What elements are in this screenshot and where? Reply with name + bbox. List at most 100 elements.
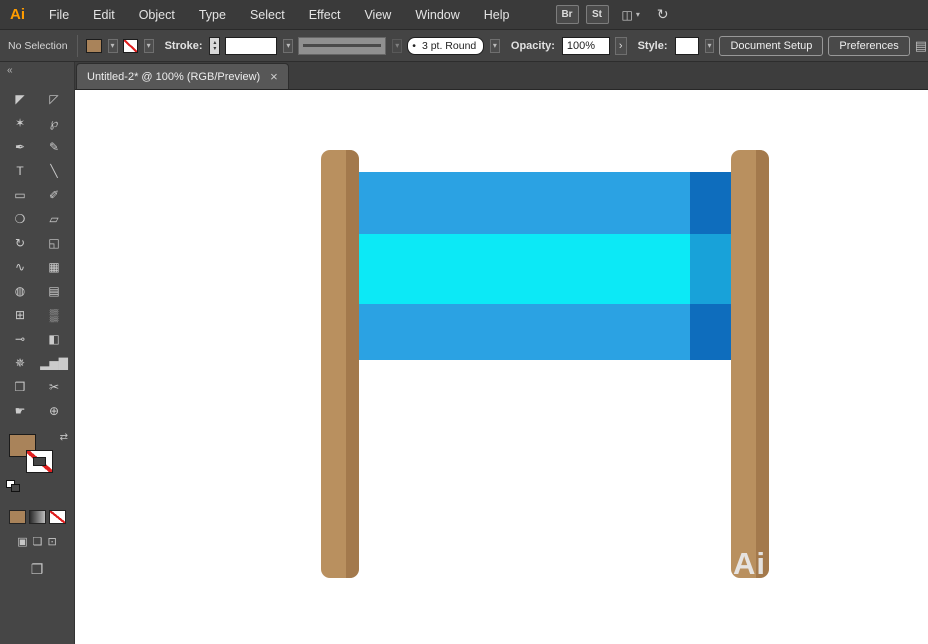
document-tab[interactable]: Untitled-2* @ 100% (RGB/Preview) × <box>76 63 289 89</box>
brush-caret[interactable]: ▾ <box>490 39 500 53</box>
style-caret[interactable]: ▾ <box>705 39 715 53</box>
zoom-tool[interactable]: ⊕ <box>37 399 71 422</box>
collapse-panel-button[interactable]: « <box>0 62 74 79</box>
pencil-tool[interactable]: ✎ <box>37 135 71 158</box>
stroke-weight-field[interactable] <box>225 37 277 55</box>
pen-tool[interactable]: ✒ <box>3 135 37 158</box>
left-pole-shape[interactable] <box>321 150 359 578</box>
menu-window[interactable]: Window <box>403 0 471 29</box>
rotate-tool[interactable]: ↻ <box>3 231 37 254</box>
fill-color-caret[interactable]: ▾ <box>108 39 118 53</box>
menu-select[interactable]: Select <box>238 0 297 29</box>
column-graph-tool[interactable]: ▂▅▇ <box>37 351 71 374</box>
opacity-input[interactable] <box>562 37 610 55</box>
graphic-style-dropdown[interactable] <box>675 37 699 55</box>
color-button[interactable] <box>9 510 26 524</box>
menu-type[interactable]: Type <box>187 0 238 29</box>
none-button[interactable] <box>49 510 66 524</box>
paintbrush-tool[interactable]: ✐ <box>37 183 71 206</box>
scale-tool[interactable]: ◱ <box>37 231 71 254</box>
stroke-weight-caret[interactable]: ▾ <box>283 39 293 53</box>
menu-help[interactable]: Help <box>472 0 522 29</box>
banner-stripe-top[interactable] <box>359 172 731 234</box>
opacity-chevron-button[interactable]: › <box>615 37 627 55</box>
variable-width-profile-dropdown[interactable] <box>298 37 386 55</box>
eraser-tool[interactable]: ▱ <box>37 207 71 230</box>
change-screen-mode-button[interactable]: ❐ <box>31 561 44 578</box>
document-tab-title: Untitled-2* @ 100% (RGB/Preview) <box>87 71 260 83</box>
uniform-profile-preview <box>303 44 381 47</box>
draw-inside-mode[interactable]: ⊡ <box>48 535 57 548</box>
lasso-tool[interactable]: ℘ <box>37 111 71 134</box>
banner-shadow-middle[interactable] <box>690 234 731 304</box>
rectangle-tool[interactable]: ▭ <box>3 183 37 206</box>
swap-fill-stroke-icon[interactable]: ⇄ <box>60 432 68 443</box>
banner-stripe-middle[interactable] <box>359 234 731 304</box>
blend-tool[interactable]: ◧ <box>37 327 71 350</box>
stock-button[interactable]: St <box>586 5 609 24</box>
right-pole-shape[interactable] <box>731 150 769 578</box>
line-segment-tool[interactable]: ╲ <box>37 159 71 182</box>
symbol-sprayer-tool[interactable]: ✵ <box>3 351 37 374</box>
type-tool[interactable]: T <box>3 159 37 182</box>
sync-icon[interactable]: ↻ <box>657 6 669 23</box>
shape-builder-tool[interactable]: ◍ <box>3 279 37 302</box>
perspective-grid-tool[interactable]: ▤ <box>37 279 71 302</box>
banner-stripe-bottom[interactable] <box>359 304 731 360</box>
workspace-switcher[interactable]: ◫ ▾ <box>622 8 640 22</box>
banner-shadow-column[interactable] <box>690 172 731 360</box>
free-transform-tool[interactable]: ▦ <box>37 255 71 278</box>
fill-color-swatch[interactable] <box>86 39 101 53</box>
tools-grid: ◤◸✶℘✒✎T╲▭✐❍▱↻◱∿▦◍▤⊞▒⊸◧✵▂▅▇❒✂☛⊕ <box>0 79 74 422</box>
paint-style-buttons <box>0 510 74 524</box>
artboard-tool[interactable]: ❒ <box>3 375 37 398</box>
preferences-button[interactable]: Preferences <box>828 36 909 56</box>
control-bar: No Selection ▾ ▾ Stroke: ▴ ▾ ▾ ▾ • 3 pt.… <box>0 30 928 62</box>
stroke-color-swatch[interactable] <box>123 39 138 53</box>
magic-wand-tool[interactable]: ✶ <box>3 111 37 134</box>
chevron-down-icon: ▾ <box>493 42 497 50</box>
width-tool[interactable]: ∿ <box>3 255 37 278</box>
menu-file[interactable]: File <box>37 0 81 29</box>
gradient-tool[interactable]: ▒ <box>37 303 71 326</box>
stroke-weight-stepper[interactable]: ▴ ▾ <box>209 37 220 55</box>
menu-bar: Ai FileEditObjectTypeSelectEffectViewWin… <box>0 0 928 30</box>
selection-tool[interactable]: ◤ <box>3 87 37 110</box>
document-setup-button[interactable]: Document Setup <box>719 36 823 56</box>
profile-caret[interactable]: ▾ <box>392 39 402 53</box>
divider <box>77 35 78 57</box>
brush-definition-dropdown[interactable]: • 3 pt. Round <box>407 37 484 55</box>
mesh-tool[interactable]: ⊞ <box>3 303 37 326</box>
close-icon[interactable]: × <box>270 70 278 83</box>
bridge-button[interactable]: Br <box>556 5 579 24</box>
slice-tool[interactable]: ✂ <box>37 375 71 398</box>
stroke-label: Stroke: <box>165 40 203 52</box>
stroke-indicator[interactable] <box>26 450 53 473</box>
canvas[interactable]: Ai <box>75 90 928 644</box>
menu-edit[interactable]: Edit <box>81 0 127 29</box>
menu-view[interactable]: View <box>352 0 403 29</box>
hand-tool[interactable]: ☛ <box>3 399 37 422</box>
banner-shape[interactable] <box>359 172 731 360</box>
chevron-down-icon: ▾ <box>395 42 399 50</box>
stroke-color-caret[interactable]: ▾ <box>144 39 154 53</box>
brush-definition-value: 3 pt. Round <box>422 40 476 52</box>
banner-shadow-top[interactable] <box>690 172 731 234</box>
right-pole-shade <box>756 150 769 578</box>
menu-object[interactable]: Object <box>127 0 187 29</box>
screen-mode-row: ❐ <box>0 561 74 578</box>
gradient-button[interactable] <box>29 510 46 524</box>
stepper-down-icon: ▾ <box>213 46 216 52</box>
workspace-icon: ◫ <box>622 8 633 22</box>
panels-icon[interactable]: ▤ <box>915 38 927 54</box>
opacity-label: Opacity: <box>511 40 555 52</box>
draw-behind-mode[interactable]: ❏ <box>33 535 43 548</box>
blob-brush-tool[interactable]: ❍ <box>3 207 37 230</box>
eyedropper-tool[interactable]: ⊸ <box>3 327 37 350</box>
default-fill-stroke-icon[interactable] <box>6 480 21 493</box>
draw-normal-mode[interactable]: ▣ <box>17 535 27 548</box>
banner-shadow-bottom[interactable] <box>690 304 731 360</box>
chevron-down-icon: ▾ <box>708 42 712 50</box>
menu-effect[interactable]: Effect <box>297 0 353 29</box>
direct-selection-tool[interactable]: ◸ <box>37 87 71 110</box>
